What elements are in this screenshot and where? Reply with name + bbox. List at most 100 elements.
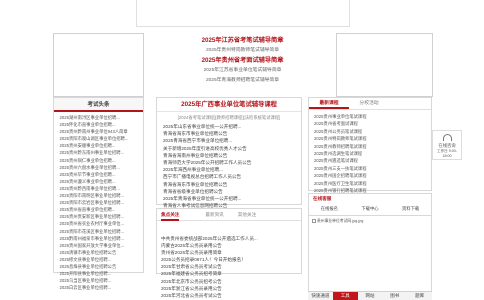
tab-branch-activities[interactable]: 分校活动: [349, 98, 389, 109]
bottom-tab[interactable]: 图书: [382, 292, 407, 300]
headline-item[interactable]: 2025贵州黔南州事业单位943人简章: [57, 128, 140, 135]
bottom-tab[interactable]: 工具: [332, 292, 358, 300]
headline-item[interactable]: 2025贵州安顺事业单位招聘...: [57, 142, 140, 149]
bottom-quick-tabs: 快速通道 工具 网站 图书 题库: [308, 291, 432, 300]
left-ad-image[interactable]: [53, 33, 144, 97]
headline-item[interactable]: 2025贵阳市南明区事业单位招聘...: [57, 192, 140, 199]
tab-focus[interactable]: 焦点关注: [161, 209, 180, 221]
course-panel: 2025年广西事业单位笔试辅导课程 [2024省考笔试课程][教师招聘课程][法…: [156, 97, 302, 208]
focus-news-item[interactable]: 2025年河北省公务员考试公告: [161, 292, 297, 299]
latest-course-item[interactable]: 2025贵州教师招聘笔试课程: [314, 143, 426, 150]
exam-headlines-title: 考试头条: [54, 98, 143, 112]
course-panel-title[interactable]: 2025年广西事业单位笔试辅导课程: [157, 98, 301, 112]
headline-item[interactable]: 2025贵阳市花溪区事业单位招聘...: [57, 228, 140, 235]
online-signup-link[interactable]: 在线报名: [321, 205, 338, 213]
headline-item[interactable]: 2025贵阳市观山湖区事业单位招聘...: [57, 135, 140, 142]
consult-hours: 工作日 9:00-18:00: [437, 149, 457, 158]
headline-item[interactable]: 2025贵阳市云岩区事业单位招聘...: [57, 199, 140, 206]
bottom-tab[interactable]: 题库: [407, 292, 432, 300]
headline-item[interactable]: 2025湖州南浔区事业单位招聘...: [57, 114, 140, 121]
tab-latest-news[interactable]: 最新资讯: [205, 212, 223, 218]
headline-item[interactable]: 2025贵州黔东南州事业单位招聘...: [57, 149, 140, 156]
hero-course-link[interactable]: 2025年江苏省考笔试辅导简章: [150, 36, 335, 46]
headline-item[interactable]: 2025贵州国家开放大学事业单位...: [57, 242, 140, 249]
bottom-tab[interactable]: 快速通道: [308, 292, 333, 300]
online-service-links: 在线报名 下载中心 资料下载: [309, 205, 431, 213]
course-news-item[interactable]: 西宁市广播电视总台招聘工作人员公告: [163, 173, 295, 180]
broken-image-alt: 贵州事业单位考试网.jpg.jpg: [317, 219, 364, 223]
focus-panel: 焦点关注 最新资讯 其他关注 中共贵州省委统战部2025年公开遴选工作人员...…: [156, 208, 302, 300]
exam-headlines-list: 2025湖州南浔区事业单位招聘...2025怀化市直事业单位招聘...2025贵…: [54, 112, 143, 293]
exam-headlines-panel: 考试头条 2025湖州南浔区事业单位招聘...2025怀化市直事业单位招聘...…: [53, 97, 144, 290]
headline-item[interactable]: 2025怀化市直事业单位招聘...: [57, 121, 140, 128]
course-news-item[interactable]: 青海省海东市事业单位招聘公告: [163, 181, 295, 188]
headline-item[interactable]: 2025修文县事业单位招聘...: [57, 256, 140, 263]
tab-latest-courses[interactable]: 最新课程: [309, 98, 349, 109]
course-news-list: 2025年山东省事业单位统一公开招聘... 青海省海东市事业单位招聘公告 2025青…: [157, 121, 301, 211]
hero-course-link[interactable]: 2025年青海教师招聘笔试辅导简章: [150, 76, 335, 86]
online-service-title: 在线客服: [313, 196, 332, 201]
headline-item[interactable]: 2025贵州遵义事业单位招聘...: [57, 178, 140, 185]
course-news-item[interactable]: 关于新增2025年度引进高校优秀人才公告: [163, 145, 295, 152]
course-news-item[interactable]: 2025年青海省事业单位统一公开招聘...: [163, 195, 295, 202]
headline-item[interactable]: 2025清镇市事业单位招聘公告: [57, 249, 140, 256]
focus-news-item[interactable]: 2025年北京市公务员招考公告: [161, 278, 297, 285]
headline-item[interactable]: 2025贵州省农业农村厅事业单位...: [57, 220, 140, 227]
latest-course-item[interactable]: 2025贵州遴选笔试课程: [314, 157, 426, 164]
course-news-item[interactable]: 青海省海东市事业单位招聘公告: [163, 130, 295, 137]
latest-courses-panel: 最新课程 分校活动 2025贵州事业单位笔试课程 2025贵州省考面试课程 2025…: [308, 97, 432, 193]
course-news-item[interactable]: 2025年山东省事业单位统一公开招聘...: [163, 123, 295, 130]
latest-course-item[interactable]: 2025贵州事业单位笔试课程: [314, 113, 426, 120]
latest-course-item[interactable]: 2025贵州选调生笔试课程: [314, 150, 426, 157]
course-news-item[interactable]: 青海省省级事业单位招聘公告: [163, 188, 295, 195]
headline-item[interactable]: 2025白云区事业单位招聘...: [57, 284, 140, 291]
course-news-item[interactable]: 青海省海南州事业单位招聘公告: [163, 152, 295, 159]
hero-course-links: 2025年江苏省考笔试辅导简章 2025年贵州特岗教师笔试辅导简章 2025年贵州省…: [150, 36, 335, 98]
promo-image-panel: 贵州事业单位考试网.jpg.jpg: [308, 215, 432, 292]
bottom-tab[interactable]: 网站: [358, 292, 383, 300]
headline-item[interactable]: 2025息烽县事业单位招聘公告: [57, 263, 140, 270]
download-center-link[interactable]: 下载中心: [361, 205, 378, 213]
latest-course-item[interactable]: 2025贵州医疗卫生笔试课程: [314, 180, 426, 187]
focus-news-item[interactable]: 2025年福建省公务员招考简章: [161, 270, 297, 277]
latest-tabs: 最新课程 分校活动: [309, 98, 431, 110]
tab-other[interactable]: 其他关注: [238, 212, 256, 218]
latest-course-item[interactable]: 2025贵州国企招聘笔试课程: [314, 172, 426, 179]
course-news-item[interactable]: 2025年海西州事业单位招聘...: [163, 166, 295, 173]
focus-news-item[interactable]: 2025年浙江省公务员录用公告: [161, 285, 297, 292]
broken-image[interactable]: 贵州事业单位考试网.jpg.jpg: [309, 216, 431, 227]
focus-news-item[interactable]: 贵州省2025年公务员录用简章: [161, 249, 297, 256]
broken-image-icon: [312, 219, 316, 223]
focus-tabs: 焦点关注 最新资讯 其他关注: [157, 209, 301, 221]
headset-icon: [442, 134, 452, 141]
hero-course-link[interactable]: 2025年贵州省考面试辅导简章: [150, 56, 335, 66]
course-panel-subtitle[interactable]: [2024省考笔试课程][教师招聘课程][法检系统笔试课程]: [157, 114, 301, 121]
headline-item[interactable]: 2025黔南州福泉市事业单位招聘...: [57, 235, 140, 242]
hero-course-link[interactable]: 2025年江苏省事业单位笔试辅导简章: [150, 66, 335, 76]
headline-item[interactable]: 2025开阳县事业单位招聘...: [57, 270, 140, 277]
course-news-item[interactable]: 青海师范大学2025年公开招聘工作人员公告: [163, 159, 295, 166]
top-banner-strip: [136, 0, 350, 27]
headline-item[interactable]: 2025贵州六盘水事业单位招聘...: [57, 164, 140, 171]
headline-item[interactable]: 2025贵州黔西南事业单位招聘...: [57, 185, 140, 192]
focus-news-item[interactable]: 内蒙古2025年公务员录用公告: [161, 242, 297, 249]
headline-item[interactable]: 2025贵州铜仁事业单位招聘...: [57, 157, 140, 164]
headline-item[interactable]: 2025贵州贵安新区事业单位招聘...: [57, 213, 140, 220]
latest-course-item[interactable]: 2025贵州特岗教师笔试课程: [314, 135, 426, 142]
headline-item[interactable]: 2025乌当区事业单位招聘...: [57, 277, 140, 284]
materials-download-link[interactable]: 资料下载: [402, 205, 419, 213]
latest-courses-list: 2025贵州事业单位笔试课程 2025贵州省考面试课程 2025贵州公务员笔试课程 2…: [309, 110, 431, 197]
latest-course-item[interactable]: 2025贵州公务员笔试课程: [314, 128, 426, 135]
latest-course-item[interactable]: 2025贵州三支一扶笔试课程: [314, 165, 426, 172]
latest-course-item[interactable]: 2025贵州省考面试课程: [314, 120, 426, 127]
focus-news-list: 中共贵州省委统战部2025年公开遴选工作人员... 内蒙古2025年公务员录用公告…: [157, 221, 301, 300]
hero-course-link[interactable]: 2025年贵州特岗教师笔试辅导简章: [150, 46, 335, 56]
course-news-item[interactable]: 2025青海省西宁市事业单位招聘...: [163, 137, 295, 144]
focus-news-item[interactable]: 2025公务员招录0671人！今日开始报名！: [161, 256, 297, 263]
headline-item[interactable]: 2025贵州毕节事业单位招聘...: [57, 171, 140, 178]
right-ad-image[interactable]: [336, 33, 433, 97]
focus-news-item[interactable]: 2025年甘肃省公务员考试公告: [161, 263, 297, 270]
headline-item[interactable]: 2025贵州省直事业单位招聘...: [57, 206, 140, 213]
focus-news-item[interactable]: 中共贵州省委统战部2025年公开遴选工作人员...: [161, 235, 297, 242]
online-consult-float[interactable]: 在线咨询 工作日 9:00-18:00: [432, 130, 462, 160]
